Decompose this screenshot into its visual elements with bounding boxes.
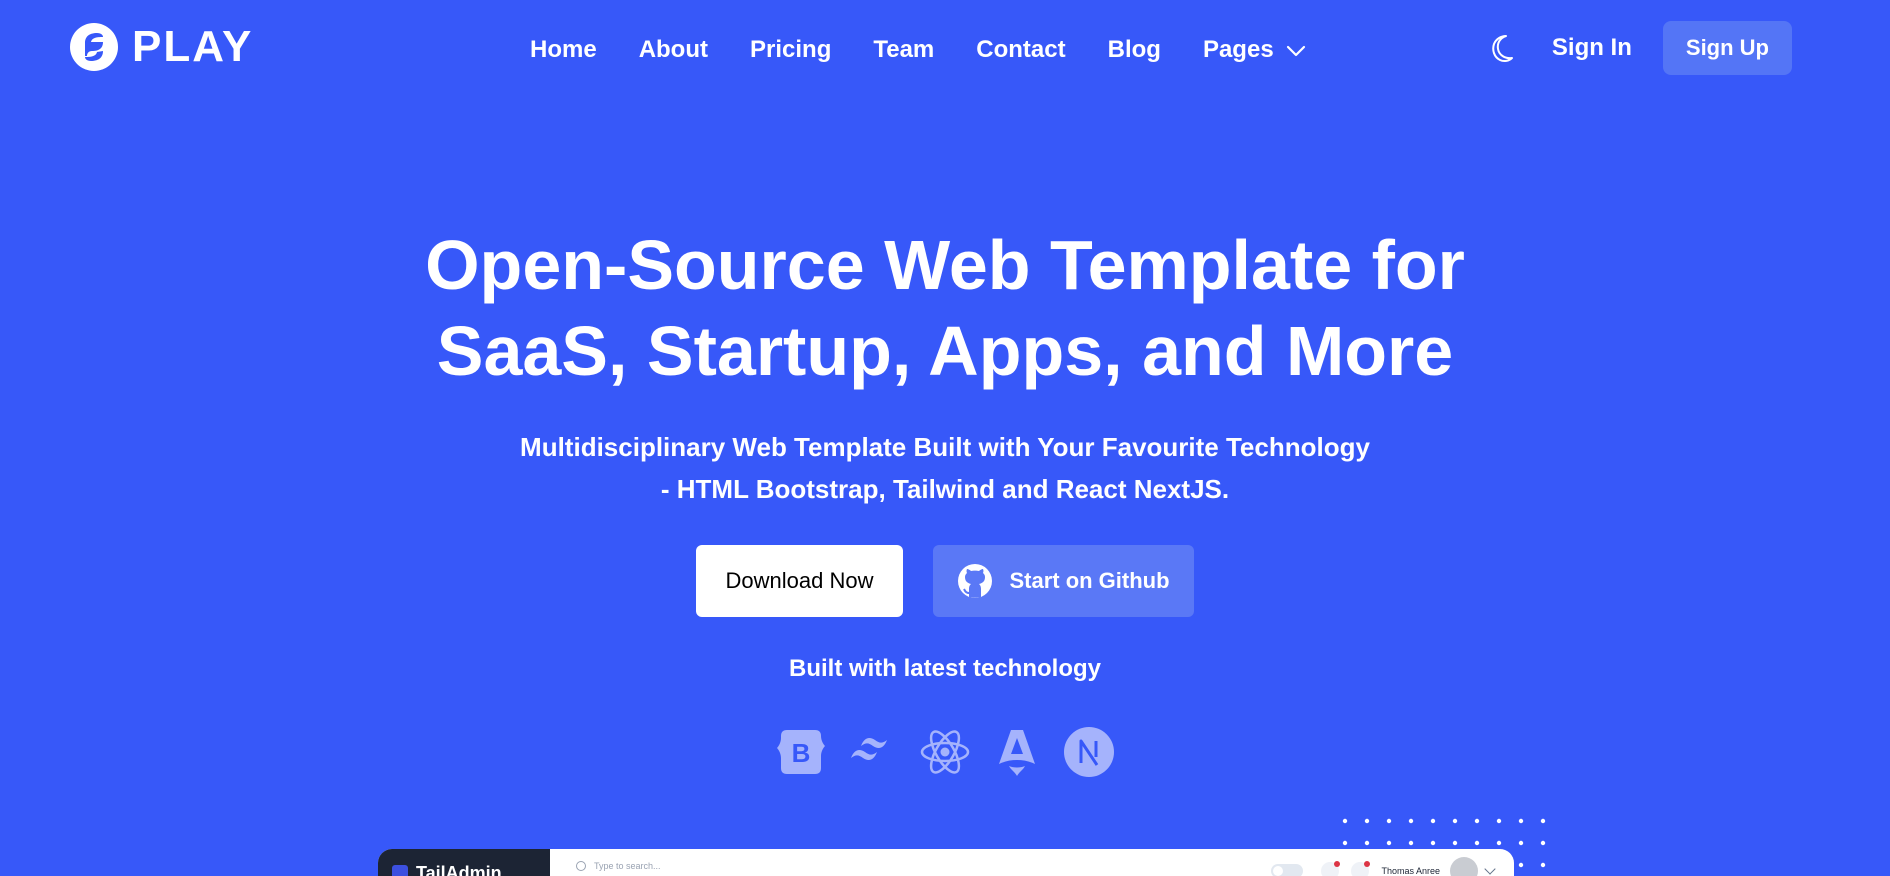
message-icon <box>1351 861 1371 876</box>
tailwind-icon[interactable] <box>847 726 899 778</box>
hero-buttons: Download Now Start on Github <box>0 545 1890 617</box>
hero-title-line1: Open-Source Web Template for <box>425 226 1465 304</box>
header-actions: Sign In Sign Up <box>1488 21 1792 75</box>
astro-icon[interactable] <box>991 726 1043 778</box>
chevron-down-icon <box>1286 30 1306 70</box>
sign-in-link[interactable]: Sign In <box>1552 34 1632 62</box>
start-on-github-label: Start on Github <box>1009 568 1170 593</box>
nav-item-home[interactable]: Home <box>530 30 597 70</box>
preview-brand: TailAdmin <box>416 862 502 876</box>
start-on-github-button[interactable]: Start on Github <box>933 545 1194 617</box>
logo-icon <box>70 23 118 71</box>
tech-icons: B <box>0 726 1890 778</box>
nav-item-about[interactable]: About <box>639 30 708 70</box>
preview-sidebar: TailAdmin <box>378 849 550 876</box>
moon-icon[interactable] <box>1488 32 1520 64</box>
avatar <box>1450 857 1478 876</box>
brand-name: PLAY <box>132 22 254 71</box>
hero-title-line2: SaaS, Startup, Apps, and More <box>436 312 1454 390</box>
nav-item-blog[interactable]: Blog <box>1108 30 1161 70</box>
chevron-down-icon <box>1484 863 1496 875</box>
preview-user-name: Thomas Anree <box>1381 866 1440 876</box>
nav-item-pricing[interactable]: Pricing <box>750 30 831 70</box>
preview-header-right: Thomas Anree <box>1271 857 1496 876</box>
hero-subtitle-line2: - HTML Bootstrap, Tailwind and React Nex… <box>660 474 1230 504</box>
nav-pages-label: Pages <box>1202 36 1274 63</box>
hero-title: Open-Source Web Template for SaaS, Start… <box>0 222 1890 394</box>
download-now-button[interactable]: Download Now <box>696 545 903 617</box>
built-with-label: Built with latest technology <box>788 655 1101 682</box>
main-nav: Home About Pricing Team Contact Blog Pag… <box>530 30 1306 70</box>
bootstrap-icon[interactable]: B <box>775 726 827 778</box>
preview-search: Type to search... <box>576 861 661 871</box>
dashboard-preview: TailAdmin Type to search... Thomas Anree <box>378 849 1514 876</box>
github-icon <box>958 564 993 598</box>
hero-subtitle-line1: Multidisciplinary Web Template Built wit… <box>520 432 1370 462</box>
preview-search-placeholder: Type to search... <box>594 861 661 871</box>
hero-subtitle: Multidisciplinary Web Template Built wit… <box>0 426 1890 510</box>
nextjs-icon[interactable] <box>1063 726 1115 778</box>
brand-logo[interactable]: PLAY <box>70 23 253 71</box>
svg-text:B: B <box>792 738 811 768</box>
site-header: PLAY Home About Pricing Team Contact Blo… <box>0 0 1890 100</box>
sign-up-button[interactable]: Sign Up <box>1662 21 1792 75</box>
chart-icon <box>392 865 408 876</box>
nav-item-pages[interactable]: Pages <box>1203 30 1306 70</box>
dark-mode-toggle <box>1271 864 1304 876</box>
search-icon <box>576 861 586 871</box>
nav-item-team[interactable]: Team <box>873 30 934 70</box>
react-icon[interactable] <box>919 726 971 778</box>
nav-item-contact[interactable]: Contact <box>976 30 1065 70</box>
bell-icon <box>1321 861 1341 876</box>
